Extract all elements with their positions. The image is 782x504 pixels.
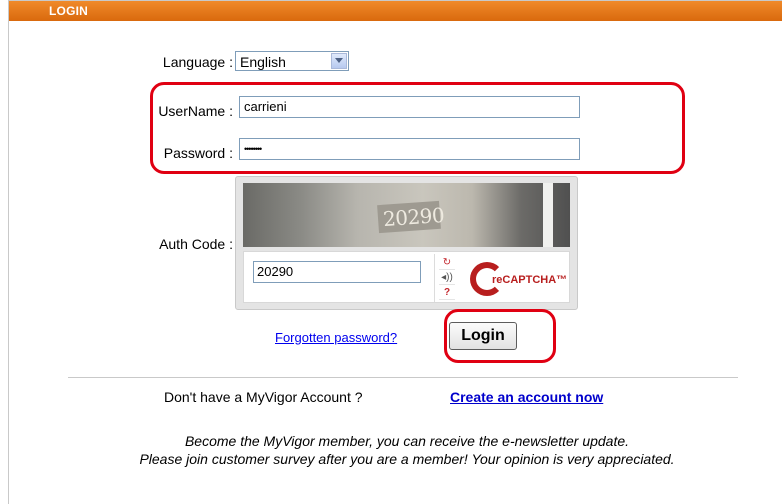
refresh-icon[interactable]: ↻ [439, 255, 455, 270]
password-input[interactable]: •••••••• [239, 138, 580, 160]
password-label: Password : [163, 145, 233, 161]
username-input[interactable]: carrieni [239, 96, 580, 118]
login-button[interactable]: Login [449, 322, 517, 350]
login-header: LOGIN [9, 1, 782, 21]
captcha-image-text: 20290 [382, 202, 445, 232]
audio-icon[interactable]: ◂)) [439, 270, 455, 285]
help-icon[interactable]: ? [439, 285, 455, 300]
captcha-controls: 20290 ↻ ◂)) ? reCAPTCHA™ [243, 251, 570, 303]
forgot-password-link[interactable]: Forgotten password? [275, 330, 397, 345]
dropdown-arrow-icon[interactable] [331, 53, 347, 69]
auth-code-label: Auth Code : [159, 236, 233, 252]
username-label: UserName : [158, 103, 233, 119]
captcha-input[interactable]: 20290 [253, 261, 421, 283]
divider [68, 377, 738, 378]
login-title: LOGIN [49, 4, 88, 18]
create-account-link[interactable]: Create an account now [450, 389, 603, 405]
captcha-image: 20290 [243, 183, 570, 247]
language-label: Language : [162, 54, 233, 70]
recaptcha-logo-text: reCAPTCHA™ [492, 274, 568, 286]
language-selected-value: English [240, 54, 286, 70]
member-message-line2: Please join customer survey after you ar… [139, 451, 675, 467]
language-select[interactable]: English [235, 51, 349, 71]
recaptcha-widget: 20290 20290 ↻ ◂)) ? reCAPTCHA™ [235, 176, 578, 310]
member-message-line1: Become the MyVigor member, you can recei… [184, 433, 630, 449]
no-account-prompt: Don't have a MyVigor Account ? [164, 389, 363, 405]
